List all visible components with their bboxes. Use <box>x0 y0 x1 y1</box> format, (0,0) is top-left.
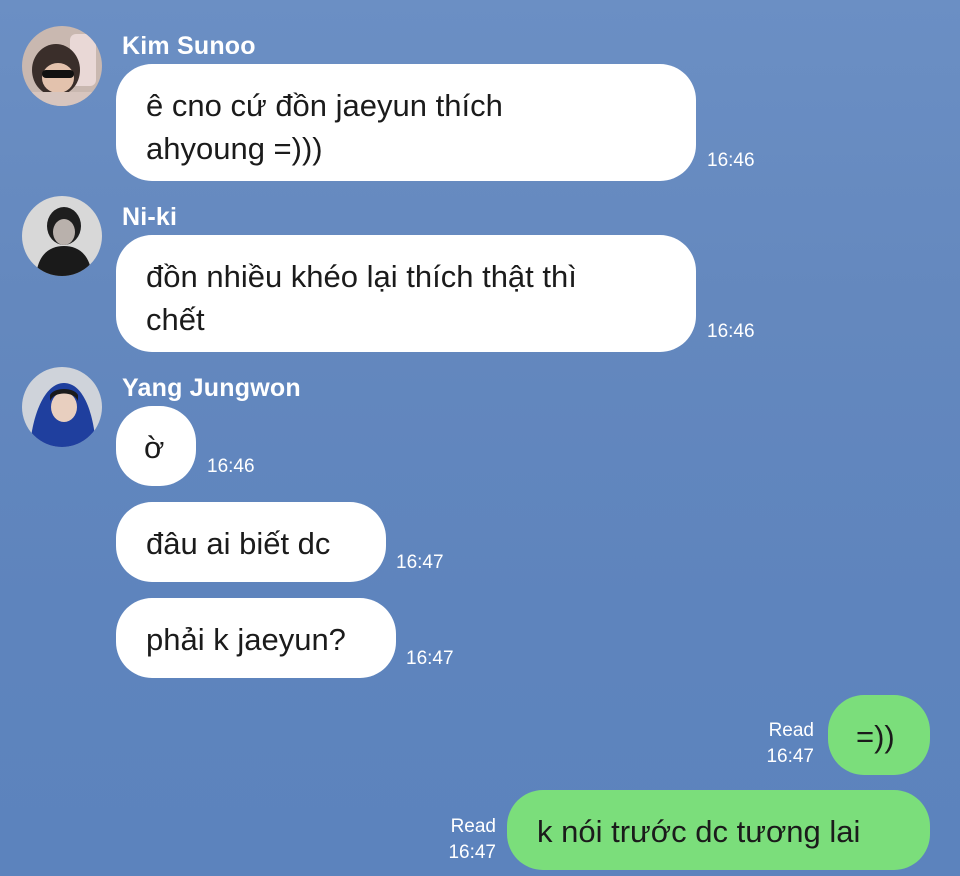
chat-thread[interactable]: Kim Sunoo ê cno cứ đồn jaeyun thích ahyo… <box>0 0 960 876</box>
avatar-yang-jungwon[interactable] <box>22 367 102 447</box>
sender-name: Ni-ki <box>122 203 178 231</box>
message-text: phải k jaeyun? <box>146 622 346 657</box>
message-bubble[interactable]: ờ <box>116 406 196 486</box>
message-time: 16:47 <box>396 552 444 573</box>
profile-photo-icon <box>22 26 102 106</box>
message-text: k nói trước dc tương lai <box>537 814 861 849</box>
message-time: 16:46 <box>707 150 755 171</box>
message-text: đâu ai biết dc <box>146 526 331 561</box>
message-time: 16:47 <box>766 746 814 767</box>
my-message-bubble[interactable]: =)) <box>828 695 930 775</box>
sender-name: Yang Jungwon <box>122 374 301 402</box>
message-text: =)) <box>856 719 895 754</box>
profile-photo-icon <box>22 196 102 276</box>
message-time: 16:46 <box>707 321 755 342</box>
avatar-kim-sunoo[interactable] <box>22 26 102 106</box>
message-text: ê cno cứ đồn jaeyun thích ahyoung =))) <box>146 88 503 166</box>
sender-name: Kim Sunoo <box>122 32 256 60</box>
profile-photo-icon <box>22 367 102 447</box>
read-receipt: Read 16:47 <box>740 720 814 768</box>
message-text: ờ <box>144 430 165 465</box>
message-time: 16:47 <box>406 648 454 669</box>
message-bubble[interactable]: phải k jaeyun? <box>116 598 396 678</box>
message-bubble[interactable]: đồn nhiều khéo lại thích thật thì chết <box>116 235 696 352</box>
my-message-bubble[interactable]: k nói trước dc tương lai <box>507 790 930 870</box>
avatar-ni-ki[interactable] <box>22 196 102 276</box>
message-time: 16:46 <box>207 456 255 477</box>
message-time: 16:47 <box>448 842 496 863</box>
message-bubble[interactable]: đâu ai biết dc <box>116 502 386 582</box>
message-text: đồn nhiều khéo lại thích thật thì chết <box>146 259 577 337</box>
read-label: Read <box>768 720 814 741</box>
message-bubble[interactable]: ê cno cứ đồn jaeyun thích ahyoung =))) <box>116 64 696 181</box>
read-label: Read <box>450 816 496 837</box>
read-receipt: Read 16:47 <box>420 816 496 864</box>
